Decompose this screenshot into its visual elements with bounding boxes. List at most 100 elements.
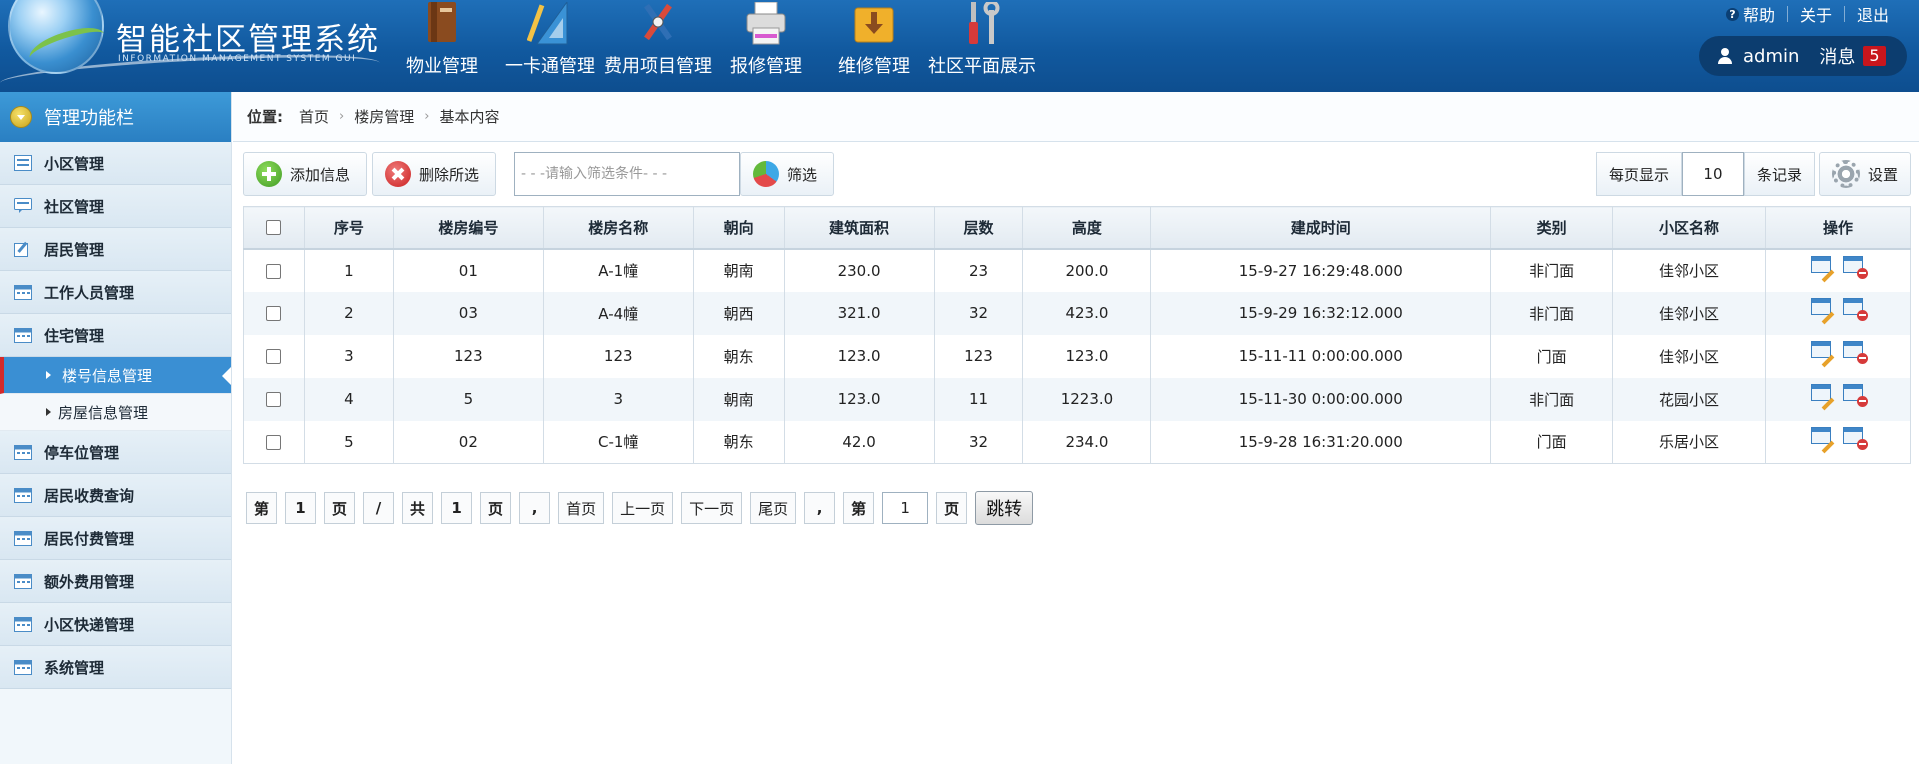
column-header: 建成时间: [1150, 206, 1492, 250]
edit-icon: [14, 241, 28, 257]
table-cell: 非门面: [1490, 377, 1614, 421]
sidebar-item-community[interactable]: 社区管理: [0, 185, 231, 228]
about-link[interactable]: 关于: [1788, 2, 1844, 26]
calendar-icon: [14, 660, 32, 675]
next-page-button[interactable]: 下一页: [681, 492, 743, 524]
table-cell: 15-9-29 16:32:12.000: [1150, 291, 1492, 335]
delete-selected-label: 删除所选: [419, 165, 480, 184]
pager-text: 页: [936, 492, 968, 524]
delete-row-icon[interactable]: [1843, 384, 1868, 407]
nav-label: 报修管理: [730, 56, 802, 77]
breadcrumb-home[interactable]: 首页: [299, 106, 329, 127]
select-all-checkbox[interactable]: [266, 220, 282, 236]
nav-label: 费用项目管理: [604, 56, 712, 77]
prev-page-button[interactable]: 上一页: [612, 492, 674, 524]
logout-link[interactable]: 退出: [1845, 2, 1901, 26]
nav-card-management[interactable]: 一卡通管理: [496, 0, 604, 92]
sidebar-header[interactable]: 管理功能栏: [0, 92, 231, 142]
edit-row-icon[interactable]: [1811, 255, 1835, 282]
row-actions: [1765, 334, 1911, 378]
sidebar-item-label: 小区快递管理: [44, 615, 135, 634]
messages-count-badge[interactable]: 5: [1863, 46, 1886, 66]
list-icon: [14, 155, 32, 171]
username[interactable]: admin: [1743, 46, 1799, 67]
row-checkbox[interactable]: [266, 349, 282, 364]
edit-row-icon[interactable]: [1811, 341, 1835, 368]
sidebar-item-express[interactable]: 小区快递管理: [0, 603, 231, 646]
sidebar-item-fee-query[interactable]: 居民收费查询: [0, 474, 231, 517]
sidebar-subitem-building-info[interactable]: 楼号信息管理: [0, 357, 231, 394]
table-cell: 4: [304, 377, 394, 421]
table-cell: 123.0: [784, 377, 935, 421]
settings-button[interactable]: 设置: [1818, 152, 1911, 196]
row-actions: [1765, 420, 1911, 464]
jump-button[interactable]: 跳转: [975, 491, 1034, 525]
user-icon: [1717, 48, 1733, 64]
delete-row-icon[interactable]: [1843, 255, 1868, 279]
edit-row-icon[interactable]: [1811, 426, 1835, 454]
table-row[interactable]: 3 123 123 朝东 123.0 123 123.0 15-11-11 0:…: [243, 334, 1911, 378]
row-checkbox[interactable]: [266, 306, 282, 321]
nav-fee-items[interactable]: 费用项目管理: [604, 0, 712, 92]
sidebar-item-extra-fees[interactable]: 额外费用管理: [0, 560, 231, 603]
delete-selected-button[interactable]: 删除所选: [372, 152, 496, 196]
jump-page-input[interactable]: [882, 492, 929, 524]
table-cell: 200.0: [1022, 248, 1152, 292]
chevron-right-icon: ›: [339, 109, 345, 124]
sidebar-item-label: 居民付费管理: [44, 529, 135, 548]
sidebar-item-label: 居民收费查询: [44, 486, 135, 505]
table-row[interactable]: 4 5 3 朝南 123.0 11 1223.0 15-11-30 0:00:0…: [243, 377, 1911, 421]
row-select-cell: [243, 420, 305, 464]
wrench-screwdriver-icon: [969, 2, 1000, 44]
sidebar-item-estate[interactable]: 小区管理: [0, 142, 231, 185]
column-header: 朝向: [692, 206, 785, 250]
nav-community-map[interactable]: 社区平面展示: [928, 0, 1036, 92]
sidebar-item-housing[interactable]: 住宅管理: [0, 314, 231, 357]
table-cell: 非门面: [1490, 291, 1614, 335]
table-cell: 朝南: [693, 248, 785, 292]
sidebar-subitem-house-info[interactable]: 房屋信息管理: [0, 394, 231, 431]
table-cell: 佳邻小区: [1612, 334, 1766, 378]
sidebar-item-residents[interactable]: 居民管理: [0, 228, 231, 271]
add-info-button[interactable]: 添加信息: [243, 152, 367, 196]
column-header: 楼房名称: [542, 206, 694, 250]
calendar-icon: [14, 531, 32, 546]
per-page-input[interactable]: [1681, 152, 1744, 196]
delete-row-icon[interactable]: [1843, 298, 1868, 321]
breadcrumb-building[interactable]: 楼房管理: [354, 106, 414, 127]
nav-maintenance[interactable]: 维修管理: [820, 0, 928, 92]
pager-total-pages: 1: [441, 492, 473, 524]
delete-row-icon[interactable]: [1843, 426, 1868, 450]
table-row[interactable]: 5 02 C-1幢 朝东 42.0 32 234.0 15-9-28 16:31…: [243, 420, 1911, 464]
row-checkbox[interactable]: [266, 263, 282, 279]
edit-row-icon[interactable]: [1811, 298, 1835, 325]
filter-button[interactable]: 筛选: [740, 152, 834, 196]
messages-link[interactable]: 消息: [1819, 43, 1855, 69]
edit-row-icon[interactable]: [1811, 384, 1835, 411]
first-page-button[interactable]: 首页: [558, 492, 605, 524]
table-cell: 1223.0: [1022, 377, 1152, 421]
sidebar-item-payment[interactable]: 居民付费管理: [0, 517, 231, 560]
user-panel: admin 消息 5: [1699, 36, 1907, 76]
nav-repair-report[interactable]: 报修管理: [712, 0, 820, 92]
table-row[interactable]: 1 01 A-1幢 朝南 230.0 23 200.0 15-9-27 16:2…: [243, 248, 1911, 292]
row-checkbox[interactable]: [266, 392, 282, 407]
table-cell: 11: [934, 377, 1024, 421]
sidebar-item-parking[interactable]: 停车位管理: [0, 431, 231, 474]
last-page-button[interactable]: 尾页: [750, 492, 797, 524]
row-checkbox[interactable]: [266, 434, 282, 450]
delete-icon: [385, 161, 411, 187]
delete-row-icon[interactable]: [1843, 341, 1868, 364]
table-row[interactable]: 2 03 A-4幢 朝西 321.0 32 423.0 15-9-29 16:3…: [243, 291, 1911, 335]
sidebar-item-label: 住宅管理: [44, 326, 105, 345]
pager-text: 共: [402, 492, 434, 524]
table-cell: 朝南: [693, 377, 785, 421]
filter-label: 筛选: [787, 165, 818, 184]
help-link[interactable]: ? 帮助: [1714, 2, 1787, 26]
pager-text: 页: [324, 492, 356, 524]
sidebar-item-staff[interactable]: 工作人员管理: [0, 271, 231, 314]
filter-input[interactable]: [514, 152, 740, 196]
nav-property-management[interactable]: 物业管理: [388, 0, 496, 92]
download-box-icon: [854, 7, 894, 43]
sidebar-item-system[interactable]: 系统管理: [0, 646, 231, 689]
